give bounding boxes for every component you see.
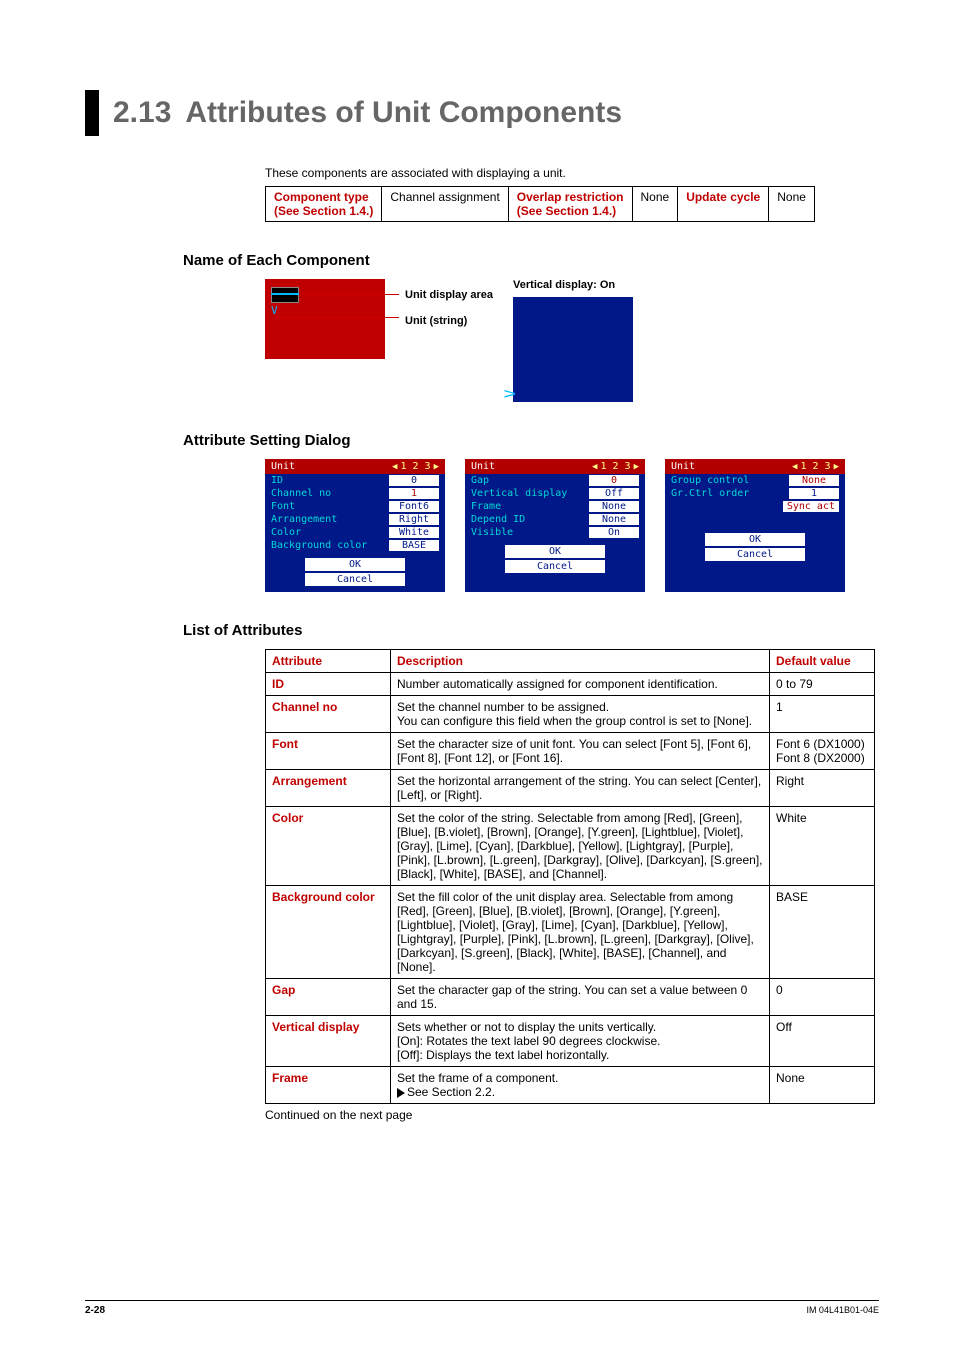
unit-string-label: Unit (string) [405,315,493,327]
ok-button[interactable]: OK [505,545,605,558]
attribute-dialog-2: Unit ◀1 2 3▶ Gap0 Vertical displayOff Fr… [465,459,645,592]
component-type-header: Component type (See Section 1.4.) [266,187,382,222]
continued-text: Continued on the next page [265,1108,879,1122]
attr-default: BASE [770,886,875,979]
dialog-title: Unit [271,461,295,472]
update-cycle-header: Update cycle [678,187,769,222]
attr-name: Frame [266,1067,391,1104]
attr-description: Set the frame of a component.See Section… [391,1067,770,1104]
triangle-icon [397,1088,405,1098]
table-row: ColorSet the color of the string. Select… [266,807,875,886]
vertical-unit-panel: V [513,297,633,402]
doc-code: IM 04L41B01-04E [806,1305,879,1316]
attr-default: Off [770,1016,875,1067]
attr-default: 0 [770,979,875,1016]
unit-display-area-label: Unit display area [405,289,493,301]
attr-description: Set the color of the string. Selectable … [391,807,770,886]
intro-text: These components are associated with dis… [265,166,879,180]
section-heading: 2.13 Attributes of Unit Components [85,90,879,136]
attribute-dialog-1: Unit ◀1 2 3▶ ID0 Channel no1 FontFont6 A… [265,459,445,592]
section-number: 2.13 [113,96,171,130]
attr-default: Font 6 (DX1000)Font 8 (DX2000) [770,733,875,770]
attr-description: Set the horizontal arrangement of the st… [391,770,770,807]
attr-description: Sets whether or not to display the units… [391,1016,770,1067]
dialog-title: Unit [471,461,495,472]
table-row: IDNumber automatically assigned for comp… [266,673,875,696]
subheading-attribute-dialog: Attribute Setting Dialog [183,432,879,449]
paginator-icon: ◀1 2 3▶ [792,461,839,472]
ok-button[interactable]: OK [705,533,805,546]
subheading-name-of-each: Name of Each Component [183,252,879,269]
cancel-button[interactable]: Cancel [305,573,405,586]
attr-name: Arrangement [266,770,391,807]
attr-description: Set the fill color of the unit display a… [391,886,770,979]
attr-description: Set the channel number to be assigned.Yo… [391,696,770,733]
vertical-display-on-label: Vertical display: On [513,279,633,291]
table-row: GapSet the character gap of the string. … [266,979,875,1016]
update-cycle-value: None [769,187,815,222]
col-description: Description [391,650,770,673]
attr-name: Font [266,733,391,770]
attribute-dialog-3: Unit ◀1 2 3▶ Group controlNone Gr.Ctrl o… [665,459,845,592]
table-row: FrameSet the frame of a component.See Se… [266,1067,875,1104]
paginator-icon: ◀1 2 3▶ [592,461,639,472]
table-row: Channel noSet the channel number to be a… [266,696,875,733]
attr-name: ID [266,673,391,696]
ok-button[interactable]: OK [305,558,405,571]
attr-name: Background color [266,886,391,979]
component-type-table: Component type (See Section 1.4.) Channe… [265,186,815,222]
table-row: Vertical displaySets whether or not to d… [266,1016,875,1067]
attr-default: White [770,807,875,886]
paginator-icon: ◀1 2 3▶ [392,461,439,472]
attr-default: 0 to 79 [770,673,875,696]
attr-description: Set the character size of unit font. You… [391,733,770,770]
table-row: Background colorSet the fill color of th… [266,886,875,979]
dialog-row: Unit ◀1 2 3▶ ID0 Channel no1 FontFont6 A… [265,459,879,592]
dialog-title: Unit [671,461,695,472]
attr-description: Set the character gap of the string. You… [391,979,770,1016]
component-label-column: Unit display area Unit (string) [405,279,493,327]
overlap-restriction-value: None [632,187,678,222]
section-title: Attributes of Unit Components [185,96,622,130]
attr-name: Channel no [266,696,391,733]
attr-default: 1 [770,696,875,733]
attr-name: Color [266,807,391,886]
table-row: FontSet the character size of unit font.… [266,733,875,770]
page-number: 2-28 [85,1305,105,1316]
horizontal-unit-panel: V [265,279,385,359]
overlap-restriction-header: Overlap restriction (See Section 1.4.) [508,187,632,222]
attr-default: Right [770,770,875,807]
channel-assignment-cell: Channel assignment [382,187,508,222]
cancel-button[interactable]: Cancel [505,560,605,573]
col-attribute: Attribute [266,650,391,673]
heading-bar [85,90,99,136]
page-footer: 2-28 IM 04L41B01-04E [85,1300,879,1316]
attr-default: None [770,1067,875,1104]
attr-description: Number automatically assigned for compon… [391,673,770,696]
col-default: Default value [770,650,875,673]
attr-name: Gap [266,979,391,1016]
attr-name: Vertical display [266,1016,391,1067]
attributes-table: Attribute Description Default value IDNu… [265,649,875,1104]
table-row: ArrangementSet the horizontal arrangemen… [266,770,875,807]
cancel-button[interactable]: Cancel [705,548,805,561]
subheading-list-of-attributes: List of Attributes [183,622,879,639]
